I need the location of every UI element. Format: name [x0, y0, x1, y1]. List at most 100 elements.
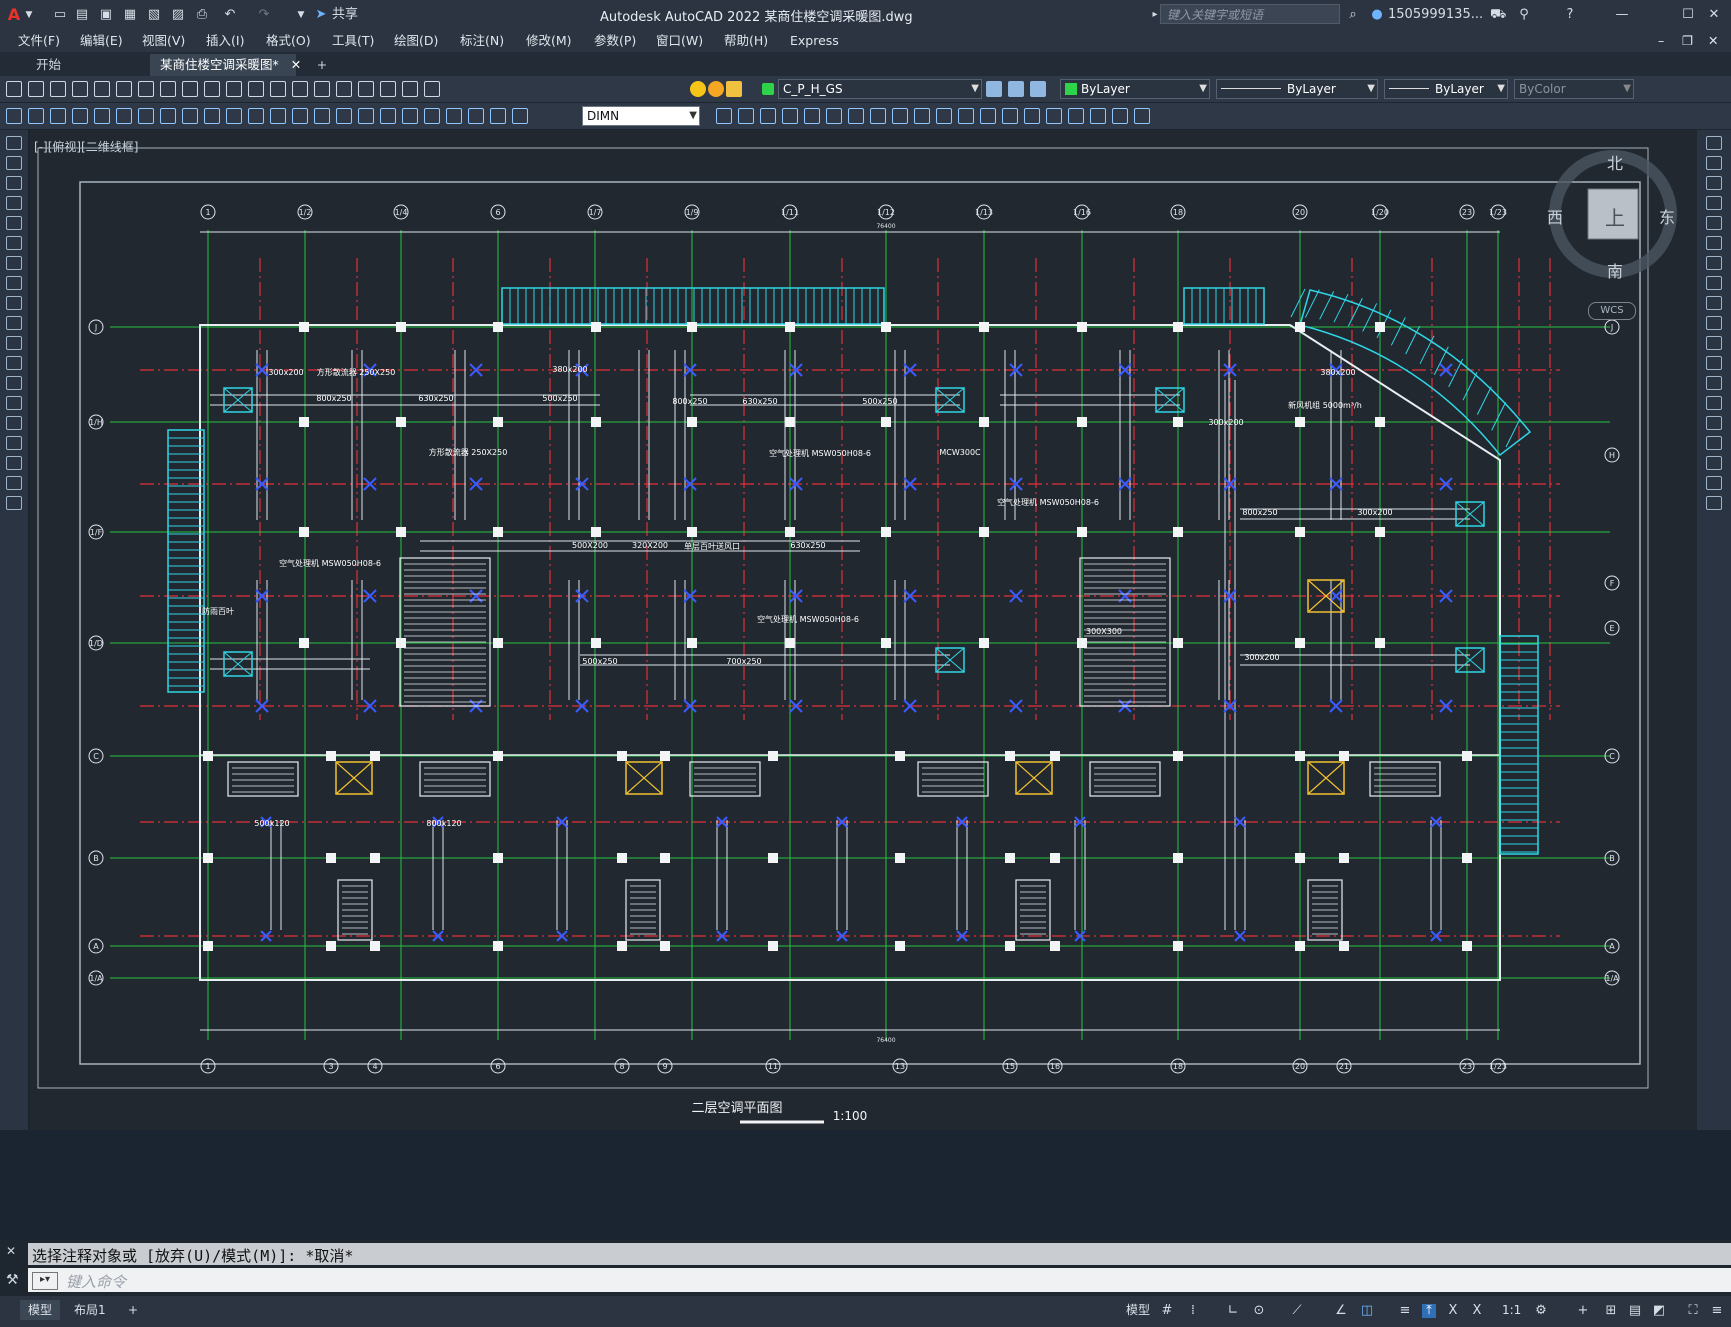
standard-tool-icon[interactable] — [204, 81, 220, 97]
help-search-input[interactable]: 键入关键字或短语 — [1160, 4, 1340, 24]
dimension-tool-icon[interactable] — [28, 108, 44, 124]
standard-tool-icon[interactable] — [160, 81, 176, 97]
tab-close-icon[interactable]: ✕ — [291, 57, 301, 72]
menu-modify[interactable]: 修改(M) — [526, 32, 572, 50]
open-web-icon[interactable]: ▧ — [146, 5, 162, 25]
layer-state-icon[interactable] — [1030, 81, 1046, 97]
draw-tool-icon[interactable] — [6, 456, 22, 470]
plotstyle-dropdown[interactable]: ByColor ▼ — [1514, 79, 1634, 99]
customize-qat-icon[interactable]: ▼ — [294, 5, 308, 25]
standard-tool-icon[interactable] — [116, 81, 132, 97]
viewcube-south[interactable]: 南 — [1607, 258, 1623, 282]
draw-tool-icon[interactable] — [6, 356, 22, 370]
draw-tool-icon[interactable] — [6, 136, 22, 150]
app-menu-dropdown-icon[interactable]: ▼ — [24, 5, 34, 25]
draw-tool-icon[interactable] — [6, 156, 22, 170]
draw-tool-icon[interactable] — [6, 316, 22, 330]
isodraft-icon[interactable]: ⟋ — [1290, 1304, 1304, 1318]
command-customize-icon[interactable]: ▸▾ — [32, 1272, 58, 1290]
draw-tool-icon[interactable] — [6, 176, 22, 190]
polar-icon[interactable]: ⊙ — [1252, 1304, 1266, 1318]
object-tool-icon[interactable] — [1090, 108, 1106, 124]
menu-express[interactable]: Express — [790, 32, 839, 50]
drawing-canvas[interactable]: [-][俯视][二维线框] 1 1/2 1/4 6 1/7 1/9 1/11 1/12 1/13… — [30, 130, 1697, 1130]
layer-freeze-icon[interactable] — [708, 81, 724, 97]
selection-cycling-icon[interactable]: ⤒ — [1422, 1304, 1436, 1318]
object-tool-icon[interactable] — [1024, 108, 1040, 124]
viewcube[interactable]: 北 南 东 西 上 WCS — [1545, 140, 1685, 320]
quick-properties-icon[interactable]: ▤ — [1628, 1304, 1642, 1318]
user-icon[interactable]: ● — [1368, 5, 1386, 25]
dimension-tool-icon[interactable] — [94, 108, 110, 124]
modify-tool-icon[interactable] — [1706, 316, 1722, 330]
model-space-toggle[interactable]: 模型 — [1118, 1300, 1158, 1320]
add-layout-tab[interactable]: + — [120, 1300, 146, 1320]
object-tool-icon[interactable] — [826, 108, 842, 124]
autodesk-a360-icon[interactable]: ⚲ — [1514, 5, 1534, 25]
draw-tool-icon[interactable] — [6, 276, 22, 290]
save-icon[interactable]: ▣ — [98, 5, 114, 25]
standard-tool-icon[interactable] — [358, 81, 374, 97]
color-dropdown[interactable]: ByLayer ▼ — [1060, 79, 1210, 99]
modify-tool-icon[interactable] — [1706, 336, 1722, 350]
new-file-icon[interactable]: ▭ — [52, 5, 68, 25]
make-current-layer-icon[interactable] — [986, 81, 1002, 97]
undo-icon[interactable]: ↶ — [220, 5, 240, 25]
minimize-icon[interactable]: — — [1612, 5, 1632, 25]
object-tool-icon[interactable] — [1002, 108, 1018, 124]
viewcube-top-face[interactable]: 上 — [1605, 202, 1625, 231]
modify-tool-icon[interactable] — [1706, 156, 1722, 170]
draw-tool-icon[interactable] — [6, 496, 22, 510]
menu-help[interactable]: 帮助(H) — [724, 32, 768, 50]
standard-tool-icon[interactable] — [292, 81, 308, 97]
annotation-monitor-icon[interactable]: + — [1576, 1304, 1590, 1318]
object-tool-icon[interactable] — [980, 108, 996, 124]
menu-parametric[interactable]: 参数(P) — [594, 32, 636, 50]
dimension-tool-icon[interactable] — [336, 108, 352, 124]
doc-close-icon[interactable]: ✕ — [1708, 32, 1718, 50]
modify-tool-icon[interactable] — [1706, 196, 1722, 210]
annotation-visibility-icon[interactable]: Ⅹ — [1446, 1304, 1460, 1318]
draw-tool-icon[interactable] — [6, 216, 22, 230]
standard-tool-icon[interactable] — [270, 81, 286, 97]
draw-tool-icon[interactable] — [6, 296, 22, 310]
user-account[interactable]: 1505999135... — [1388, 5, 1484, 25]
snap-icon[interactable]: ⁞ — [1186, 1304, 1200, 1318]
standard-tool-icon[interactable] — [380, 81, 396, 97]
dimension-tool-icon[interactable] — [446, 108, 462, 124]
dimension-tool-icon[interactable] — [116, 108, 132, 124]
object-tool-icon[interactable] — [716, 108, 732, 124]
dimension-tool-icon[interactable] — [50, 108, 66, 124]
object-tool-icon[interactable] — [936, 108, 952, 124]
menu-format[interactable]: 格式(O) — [266, 32, 311, 50]
modify-tool-icon[interactable] — [1706, 356, 1722, 370]
object-tool-icon[interactable] — [1112, 108, 1128, 124]
share-button[interactable]: 共享 — [330, 5, 360, 25]
dimension-tool-icon[interactable] — [358, 108, 374, 124]
osnap-icon[interactable]: ◫ — [1360, 1304, 1374, 1318]
dimension-tool-icon[interactable] — [72, 108, 88, 124]
object-tool-icon[interactable] — [760, 108, 776, 124]
draw-tool-icon[interactable] — [6, 476, 22, 490]
lineweight-dropdown[interactable]: ByLayer ▼ — [1384, 79, 1508, 99]
modify-tool-icon[interactable] — [1706, 496, 1722, 510]
ortho-icon[interactable]: ∟ — [1226, 1304, 1240, 1318]
plot-icon[interactable]: ⎙ — [194, 5, 210, 25]
customization-icon[interactable]: ≡ — [1710, 1304, 1724, 1318]
viewcube-north[interactable]: 北 — [1607, 150, 1623, 174]
dimension-tool-icon[interactable] — [402, 108, 418, 124]
menu-dimension[interactable]: 标注(N) — [460, 32, 504, 50]
menu-draw[interactable]: 绘图(D) — [394, 32, 438, 50]
layer-on-icon[interactable] — [690, 81, 706, 97]
tab-layout1[interactable]: 布局1 — [66, 1300, 114, 1320]
object-tool-icon[interactable] — [870, 108, 886, 124]
linetype-dropdown[interactable]: ByLayer ▼ — [1216, 79, 1378, 99]
modify-tool-icon[interactable] — [1706, 396, 1722, 410]
clean-screen-icon[interactable]: ⛶ — [1686, 1304, 1700, 1318]
tab-model[interactable]: 模型 — [20, 1300, 61, 1320]
lock-ui-icon[interactable]: ◩ — [1652, 1304, 1666, 1318]
layer-previous-icon[interactable] — [1008, 81, 1024, 97]
object-tool-icon[interactable] — [914, 108, 930, 124]
object-tool-icon[interactable] — [848, 108, 864, 124]
layer-dropdown[interactable]: C_P_H_GS ▼ — [778, 79, 982, 99]
